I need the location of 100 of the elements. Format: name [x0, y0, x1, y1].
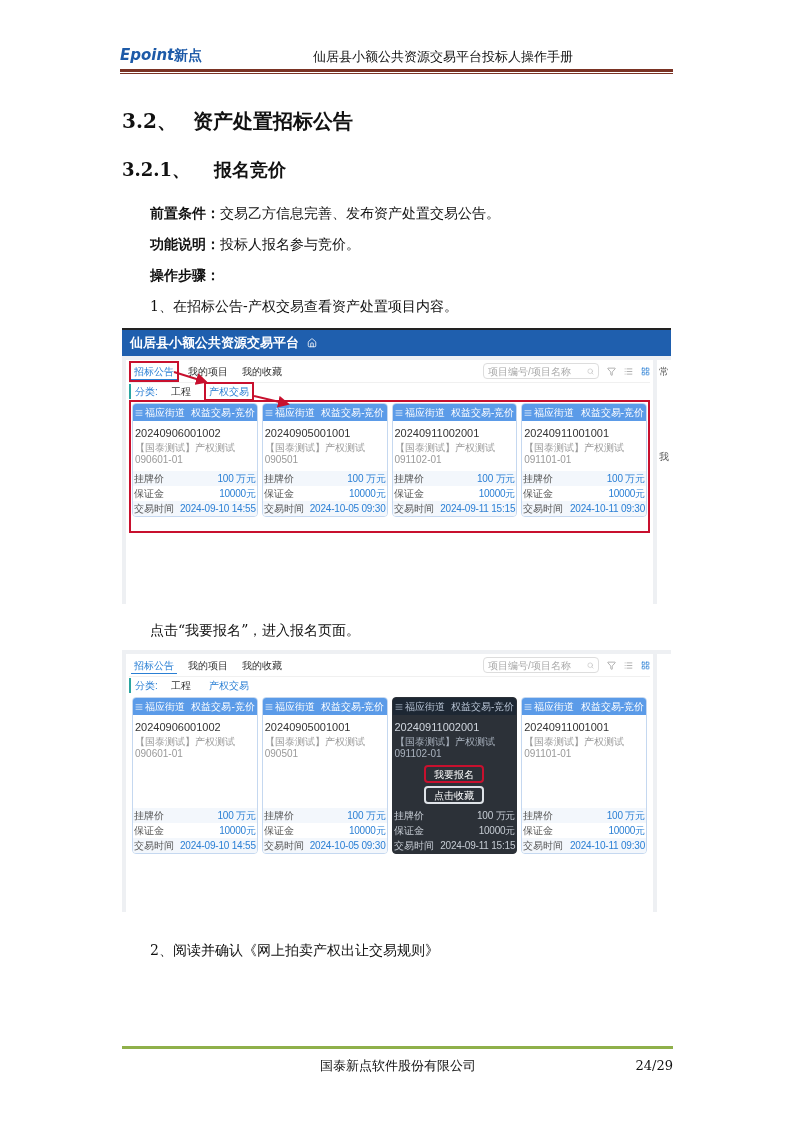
field-value: 10000元	[478, 823, 516, 838]
card-type: 权益交易-竞价	[450, 406, 515, 420]
project-code: 20240911002001	[394, 720, 481, 735]
field-label: 保证金	[523, 486, 554, 501]
filter-icon[interactable]	[607, 660, 616, 670]
project-card[interactable]: 福应街道 权益交易-竞价 20240911001001 【国泰测试】产权测试091101-01 挂牌价 100 万元 保证金 10000元 交易时间 2024-10-11 09:30	[521, 403, 647, 517]
card-type: 权益交易-竞价	[580, 406, 644, 420]
field-label: 交易时间	[523, 838, 564, 853]
category-label: 分类:	[129, 384, 158, 399]
field-label: 挂牌价	[523, 471, 554, 486]
field-value: 100 万元	[347, 471, 386, 486]
category-option[interactable]: 产权交易	[203, 676, 254, 695]
list-icon	[135, 702, 143, 711]
paragraph: 功能说明：投标人报名参与竞价。	[150, 235, 361, 254]
logo-brand-cn: 新点	[174, 46, 203, 65]
field-value: 100 万元	[217, 471, 256, 486]
field-label: 挂牌价	[523, 808, 554, 823]
subsection-title: 报名竞价	[214, 157, 287, 182]
field-label: 挂牌价	[393, 471, 424, 486]
tab[interactable]: 我的项目	[183, 360, 233, 382]
field-value: 2024-09-10 14:55	[180, 501, 256, 516]
project-card[interactable]: 福应街道 权益交易-竞价 20240905001001 【国泰测试】产权测试090501 挂牌价 100 万元 保证金 10000元 交易时间 2024-10-05 09:30	[261, 403, 388, 517]
list-view-icon[interactable]	[624, 660, 633, 670]
card-district: 福应街道	[145, 406, 185, 420]
field-label: 交易时间	[134, 501, 174, 516]
project-card[interactable]: 福应街道 权益交易-竞价 20240906001002 【国泰测试】产权测试090601-01 挂牌价 100 万元 保证金 10000元 交易时间 2024-09-10 14:55	[132, 697, 258, 854]
field-label: 保证金	[134, 486, 164, 501]
filter-icon[interactable]	[607, 366, 616, 376]
field-value: 10000元	[348, 823, 386, 838]
grid-view-icon[interactable]	[641, 366, 650, 376]
project-code: 20240906001002	[135, 426, 222, 441]
field-label: 交易时间	[523, 501, 564, 516]
field-value: 100 万元	[347, 808, 386, 823]
category-option[interactable]: 工程	[165, 676, 196, 695]
project-card[interactable]: 福应街道 权益交易-竞价 20240911001001 【国泰测试】产权测试091101-01 挂牌价 100 万元 保证金 10000元 交易时间 2024-10-11 09:30	[521, 697, 647, 854]
app-title: 仙居县小额公共资源交易平台	[130, 334, 299, 353]
card-district: 福应街道	[274, 406, 315, 420]
tab[interactable]: 我的收藏	[237, 360, 287, 382]
page-number: 24/29	[635, 1057, 673, 1075]
field-value: 100 万元	[477, 471, 516, 486]
project-name: 【国泰测试】产权测试090601-01	[135, 441, 236, 467]
panel-heading: 常	[659, 365, 670, 379]
list-icon	[524, 408, 533, 417]
step-text: 1、在招标公告-产权交易查看资产处置项目内容。	[150, 297, 459, 316]
field-value: 10000元	[608, 486, 645, 501]
card-district: 福应街道	[404, 700, 445, 714]
field-label: 保证金	[134, 823, 164, 838]
tab[interactable]: 我的项目	[183, 654, 233, 676]
field-label: 挂牌价	[134, 808, 164, 823]
field-label: 挂牌价	[134, 471, 164, 486]
card-district: 福应街道	[145, 700, 185, 714]
project-name: 【国泰测试】产权测试091102-01	[394, 441, 496, 467]
field-value: 2024-09-11 15:15	[440, 501, 516, 516]
panel-heading: 我	[659, 450, 670, 464]
card-district: 福应街道	[274, 700, 315, 714]
card-type: 权益交易-竞价	[580, 700, 644, 714]
field-value: 2024-10-05 09:30	[309, 501, 386, 516]
document-title: 仙居县小额公共资源交易平台投标人操作手册	[313, 47, 573, 66]
field-value: 10000元	[219, 486, 256, 501]
list-icon	[135, 408, 143, 417]
field-value: 10000元	[348, 486, 386, 501]
home-icon[interactable]	[307, 338, 317, 348]
field-label: 保证金	[523, 823, 554, 838]
tab[interactable]: 招标公告	[129, 360, 179, 382]
project-name: 【国泰测试】产权测试090501	[264, 441, 366, 467]
list-view-icon[interactable]	[624, 366, 633, 376]
card-district: 福应街道	[534, 700, 575, 714]
tab[interactable]: 我的收藏	[237, 654, 287, 676]
field-value: 2024-10-11 09:30	[570, 501, 645, 516]
grid-view-icon[interactable]	[641, 660, 650, 670]
footer-company: 国泰新点软件股份有限公司	[319, 1057, 476, 1075]
project-name: 【国泰测试】产权测试091101-01	[524, 735, 626, 761]
field-value: 100 万元	[217, 808, 256, 823]
paragraph: 前置条件：交易乙方信息完善、发布资产处置交易公告。	[150, 204, 501, 223]
list-icon	[394, 408, 403, 417]
action-button[interactable]: 我要报名	[424, 764, 485, 783]
tab[interactable]: 招标公告	[129, 654, 179, 676]
category-option[interactable]: 产权交易	[203, 382, 254, 401]
project-code: 20240911001001	[524, 720, 611, 735]
category-option[interactable]: 工程	[165, 382, 196, 401]
field-value: 10000元	[478, 486, 516, 501]
project-card[interactable]: 福应街道 权益交易-竞价 20240911002001 【国泰测试】产权测试091102-01 挂牌价 100 万元 保证金 10000元 交易时间 2024-09-11 15:15	[391, 403, 518, 517]
project-name: 【国泰测试】产权测试090501	[264, 735, 366, 761]
step-text: 2、阅读并确认《网上拍卖产权出让交易规则》	[150, 941, 440, 960]
search-placeholder: 项目编号/项目名称	[488, 658, 571, 673]
field-label: 交易时间	[263, 838, 304, 853]
list-icon	[264, 408, 273, 417]
action-button[interactable]: 点击收藏	[424, 785, 485, 804]
project-code: 20240905001001	[264, 426, 352, 441]
project-card[interactable]: 福应街道 权益交易-竞价 20240905001001 【国泰测试】产权测试090501 挂牌价 100 万元 保证金 10000元 交易时间 2024-10-05 09:30	[261, 697, 388, 854]
logo-brand: Epoint	[120, 44, 175, 66]
project-code: 20240911002001	[394, 426, 481, 441]
project-card[interactable]: 福应街道 权益交易-竞价 20240911002001 【国泰测试】产权测试091102-01 我要报名 点击收藏 挂牌价 100 万元 保证金 10000元 交易时间 2024-09-11 15:15	[391, 697, 518, 854]
search-icon	[587, 661, 594, 669]
field-label: 交易时间	[393, 501, 434, 516]
project-code: 20240906001002	[135, 720, 222, 735]
field-value: 10000元	[219, 823, 256, 838]
field-value: 2024-10-11 09:30	[570, 838, 645, 853]
card-type: 权益交易-竞价	[321, 700, 385, 714]
project-card[interactable]: 福应街道 权益交易-竞价 20240906001002 【国泰测试】产权测试090601-01 挂牌价 100 万元 保证金 10000元 交易时间 2024-09-10 14:55	[132, 403, 258, 517]
